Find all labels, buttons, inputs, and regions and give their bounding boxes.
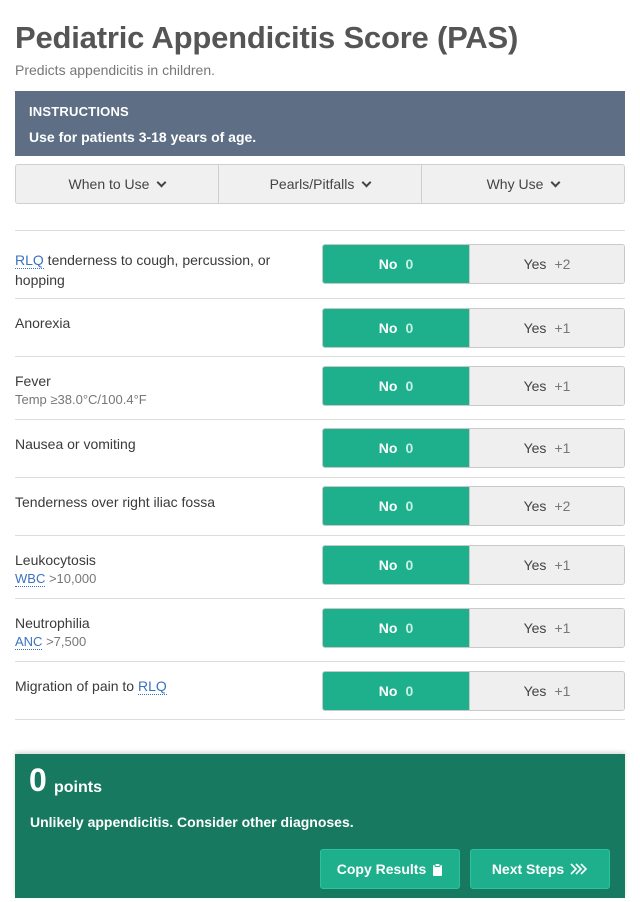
criterion-row-leukocytosis: Leukocytosis WBC >10,000 No 0 Yes +1 (15, 536, 625, 599)
chevrons-right-icon (570, 863, 588, 875)
tab-label: When to Use (68, 176, 150, 192)
criterion-sublabel: Temp ≥38.0°C/100.4°F (15, 392, 147, 407)
criterion-row-right-iliac-fossa: Tenderness over right iliac fossa No 0 Ye… (15, 478, 625, 536)
neutrophilia-toggle: No 0 Yes +1 (322, 608, 625, 648)
option-yes[interactable]: Yes +1 (469, 367, 624, 405)
info-tabs: When to Use Pearls/Pitfalls Why Use (15, 164, 625, 204)
nausea-vomiting-toggle: No 0 Yes +1 (322, 428, 625, 468)
score-interpretation: Unlikely appendicitis. Consider other di… (30, 814, 354, 830)
option-no-selected[interactable]: No 0 (323, 309, 469, 347)
criterion-label: Migration of pain to RLQ (15, 678, 167, 695)
criterion-sublabel: ANC >7,500 (15, 634, 87, 650)
wbc-abbreviation-link[interactable]: WBC (15, 571, 46, 587)
option-yes[interactable]: Yes +1 (469, 429, 624, 467)
option-no-selected[interactable]: No 0 (323, 367, 469, 405)
criterion-label: Neutrophilia ANC >7,500 (15, 613, 305, 651)
criterion-sublabel: WBC >10,000 (15, 571, 97, 587)
result-panel: 0 points Unlikely appendicitis. Consider… (15, 754, 625, 898)
fever-toggle: No 0 Yes +1 (322, 366, 625, 406)
pain-migration-toggle: No 0 Yes +1 (322, 671, 625, 711)
criterion-label: Tenderness over right iliac fossa (15, 494, 215, 510)
option-yes[interactable]: Yes +2 (469, 245, 624, 283)
page-title: Pediatric Appendicitis Score (PAS) (15, 20, 519, 55)
criterion-row-fever: Fever Temp ≥38.0°C/100.4°F No 0 Yes +1 (15, 357, 625, 420)
tab-why-use[interactable]: Why Use (422, 165, 624, 203)
instructions-panel: INSTRUCTIONS Use for patients 3-18 years… (15, 91, 625, 156)
option-yes[interactable]: Yes +1 (469, 546, 624, 584)
rlq-abbreviation-link[interactable]: RLQ (15, 252, 44, 269)
criterion-label: Anorexia (15, 315, 71, 331)
option-yes[interactable]: Yes +2 (469, 487, 624, 525)
instructions-heading: INSTRUCTIONS (29, 104, 129, 119)
option-yes[interactable]: Yes +1 (469, 609, 624, 647)
rlq-tenderness-toggle: No 0 Yes +2 (322, 244, 625, 284)
leukocytosis-toggle: No 0 Yes +1 (322, 545, 625, 585)
option-no-selected[interactable]: No 0 (323, 245, 469, 283)
criterion-row-nausea-vomiting: Nausea or vomiting No 0 Yes +1 (15, 420, 625, 478)
criterion-row-anorexia: Anorexia No 0 Yes +1 (15, 299, 625, 357)
option-yes[interactable]: Yes +1 (469, 309, 624, 347)
tab-label: Pearls/Pitfalls (269, 176, 355, 192)
criterion-label: Fever Temp ≥38.0°C/100.4°F (15, 371, 305, 409)
criterion-row-neutrophilia: Neutrophilia ANC >7,500 No 0 Yes +1 (15, 599, 625, 662)
score-unit: points (54, 779, 102, 796)
option-no-selected[interactable]: No 0 (323, 429, 469, 467)
instructions-text: Use for patients 3-18 years of age. (29, 129, 257, 145)
option-yes[interactable]: Yes +1 (469, 672, 624, 710)
criterion-label: RLQ tenderness to cough, percussion, or … (15, 252, 271, 288)
option-no-selected[interactable]: No 0 (323, 546, 469, 584)
rlq-abbreviation-link[interactable]: RLQ (137, 678, 167, 695)
criterion-label: Nausea or vomiting (15, 436, 136, 452)
chevron-down-icon (361, 177, 372, 187)
next-steps-button[interactable]: Next Steps (470, 849, 610, 889)
option-no-selected[interactable]: No 0 (323, 609, 469, 647)
criterion-row-rlq-tenderness: RLQ tenderness to cough, percussion, or … (15, 231, 625, 299)
score-value: 0 (29, 762, 47, 798)
tab-when-to-use[interactable]: When to Use (16, 165, 219, 203)
chevron-down-icon (550, 177, 561, 187)
clipboard-icon (433, 862, 443, 876)
anc-abbreviation-link[interactable]: ANC (15, 634, 43, 650)
copy-results-button[interactable]: Copy Results (320, 849, 460, 889)
criterion-label: Leukocytosis WBC >10,000 (15, 550, 305, 588)
right-iliac-fossa-toggle: No 0 Yes +2 (322, 486, 625, 526)
tab-pearls-pitfalls[interactable]: Pearls/Pitfalls (219, 165, 422, 203)
page-subtitle: Predicts appendicitis in children. (15, 62, 215, 78)
chevron-down-icon (157, 177, 167, 187)
criterion-row-pain-migration: Migration of pain to RLQ No 0 Yes +1 (15, 662, 625, 720)
option-no-selected[interactable]: No 0 (323, 487, 469, 525)
option-no-selected[interactable]: No 0 (323, 672, 469, 710)
tab-label: Why Use (486, 176, 544, 192)
anorexia-toggle: No 0 Yes +1 (322, 308, 625, 348)
